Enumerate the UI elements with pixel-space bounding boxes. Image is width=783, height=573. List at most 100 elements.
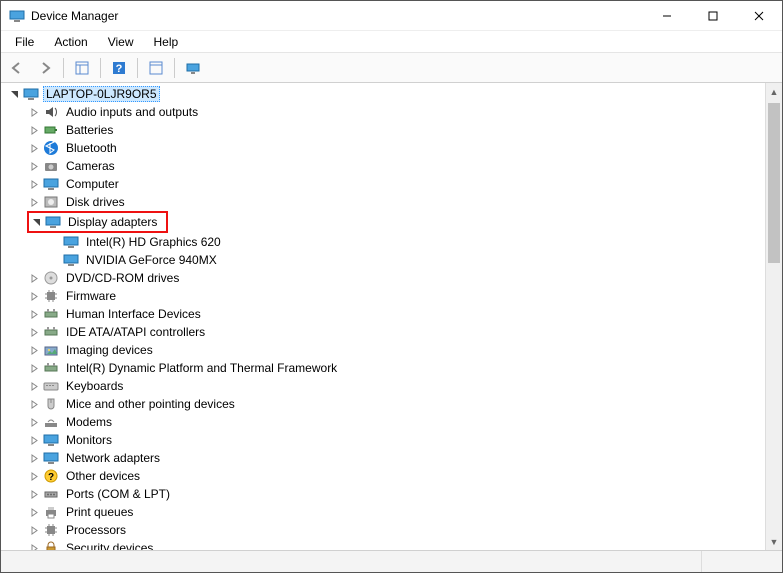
- node-label: DVD/CD-ROM drives: [63, 270, 182, 286]
- highlight-annotation: Display adapters: [27, 211, 168, 233]
- node-label: Mice and other pointing devices: [63, 396, 238, 412]
- print-queues-icon: [43, 504, 59, 520]
- tree-root-node[interactable]: LAPTOP-0LJR9OR5: [7, 85, 782, 103]
- category-node[interactable]: Mice and other pointing devices: [27, 395, 782, 413]
- category-node[interactable]: Batteries: [27, 121, 782, 139]
- close-button[interactable]: [736, 1, 782, 31]
- keyboards-icon: [43, 378, 59, 394]
- expand-icon[interactable]: [27, 487, 41, 501]
- expand-icon[interactable]: [27, 379, 41, 393]
- statusbar-cell: [1, 551, 702, 572]
- expand-icon[interactable]: [27, 105, 41, 119]
- expand-icon[interactable]: [27, 415, 41, 429]
- expand-icon[interactable]: [27, 123, 41, 137]
- scrollbar-thumb[interactable]: [768, 103, 780, 263]
- category-node[interactable]: Firmware: [27, 287, 782, 305]
- toolbar-separator: [137, 58, 138, 78]
- expand-icon[interactable]: [27, 289, 41, 303]
- expand-icon[interactable]: [27, 343, 41, 357]
- collapse-icon[interactable]: [29, 215, 43, 229]
- window-title: Device Manager: [31, 9, 118, 23]
- disk-drives-icon: [43, 194, 59, 210]
- node-label: Bluetooth: [63, 140, 120, 156]
- category-node[interactable]: Cameras: [27, 157, 782, 175]
- device-node[interactable]: NVIDIA GeForce 940MX: [47, 251, 782, 269]
- expand-icon[interactable]: [27, 271, 41, 285]
- forward-button[interactable]: [33, 56, 57, 80]
- category-node[interactable]: DVD/CD-ROM drives: [27, 269, 782, 287]
- category-node[interactable]: Intel(R) Dynamic Platform and Thermal Fr…: [27, 359, 782, 377]
- collapse-icon[interactable]: [7, 87, 21, 101]
- back-button[interactable]: [5, 56, 29, 80]
- expand-icon[interactable]: [27, 141, 41, 155]
- node-label: Monitors: [63, 432, 115, 448]
- expand-icon[interactable]: [27, 307, 41, 321]
- category-node[interactable]: Disk drives: [27, 193, 782, 211]
- category-node[interactable]: Processors: [27, 521, 782, 539]
- menu-view[interactable]: View: [100, 33, 142, 51]
- expand-icon[interactable]: [27, 505, 41, 519]
- expand-icon[interactable]: [27, 159, 41, 173]
- mice-and-other-pointing-devices-icon: [43, 396, 59, 412]
- app-icon: [9, 8, 25, 24]
- bluetooth-icon: [43, 140, 59, 156]
- display-adapters-icon: [45, 214, 61, 230]
- node-label: Disk drives: [63, 194, 128, 210]
- expand-icon[interactable]: [27, 361, 41, 375]
- node-label: Other devices: [63, 468, 143, 484]
- category-node[interactable]: Monitors: [27, 431, 782, 449]
- node-label: Print queues: [63, 504, 136, 520]
- menu-action[interactable]: Action: [46, 33, 95, 51]
- maximize-button[interactable]: [690, 1, 736, 31]
- computer-icon: [23, 86, 39, 102]
- category-node[interactable]: Keyboards: [27, 377, 782, 395]
- properties-button[interactable]: [144, 56, 168, 80]
- category-node[interactable]: Security devices: [27, 539, 782, 550]
- category-node[interactable]: IDE ATA/ATAPI controllers: [27, 323, 782, 341]
- computer-icon: [43, 176, 59, 192]
- node-label: Display adapters: [65, 214, 160, 230]
- intel-r-dynamic-platform-and-thermal-framework-icon: [43, 360, 59, 376]
- scroll-down-button[interactable]: ▼: [766, 533, 782, 550]
- category-node[interactable]: Audio inputs and outputs: [27, 103, 782, 121]
- category-node[interactable]: Imaging devices: [27, 341, 782, 359]
- category-node[interactable]: Ports (COM & LPT): [27, 485, 782, 503]
- node-label: Processors: [63, 522, 129, 538]
- vertical-scrollbar[interactable]: ▲ ▼: [765, 83, 782, 550]
- node-label: NVIDIA GeForce 940MX: [83, 252, 220, 268]
- expand-icon[interactable]: [27, 469, 41, 483]
- node-label: Ports (COM & LPT): [63, 486, 173, 502]
- node-label: Modems: [63, 414, 115, 430]
- expand-icon[interactable]: [27, 195, 41, 209]
- category-node[interactable]: ?Other devices: [27, 467, 782, 485]
- category-node[interactable]: Display adapters: [29, 213, 160, 231]
- menu-file[interactable]: File: [7, 33, 42, 51]
- node-label: Network adapters: [63, 450, 163, 466]
- node-label: Cameras: [63, 158, 118, 174]
- expand-icon[interactable]: [27, 541, 41, 550]
- ide-ata-atapi-controllers-icon: [43, 324, 59, 340]
- help-button[interactable]: ?: [107, 56, 131, 80]
- minimize-button[interactable]: [644, 1, 690, 31]
- expand-icon[interactable]: [27, 325, 41, 339]
- category-node[interactable]: Computer: [27, 175, 782, 193]
- modems-icon: [43, 414, 59, 430]
- expand-icon[interactable]: [27, 177, 41, 191]
- expand-icon[interactable]: [27, 451, 41, 465]
- scroll-up-button[interactable]: ▲: [766, 83, 782, 100]
- menu-help[interactable]: Help: [146, 33, 187, 51]
- device-node[interactable]: Intel(R) HD Graphics 620: [47, 233, 782, 251]
- category-node[interactable]: Human Interface Devices: [27, 305, 782, 323]
- category-node[interactable]: Network adapters: [27, 449, 782, 467]
- expand-icon[interactable]: [27, 433, 41, 447]
- scan-hardware-button[interactable]: [181, 56, 205, 80]
- expand-icon[interactable]: [27, 397, 41, 411]
- expand-icon[interactable]: [27, 523, 41, 537]
- category-node[interactable]: Bluetooth: [27, 139, 782, 157]
- imaging-devices-icon: [43, 342, 59, 358]
- device-tree-pane[interactable]: LAPTOP-0LJR9OR5Audio inputs and outputsB…: [1, 83, 782, 550]
- category-node[interactable]: Modems: [27, 413, 782, 431]
- display-adapter-icon: [63, 252, 79, 268]
- show-hide-console-tree-button[interactable]: [70, 56, 94, 80]
- category-node[interactable]: Print queues: [27, 503, 782, 521]
